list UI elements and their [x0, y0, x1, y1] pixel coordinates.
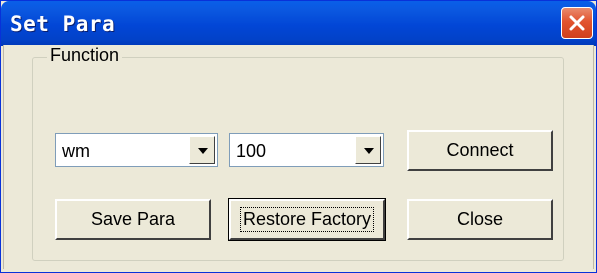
close-button[interactable]: Close [407, 199, 553, 240]
save-para-button-label: Save Para [90, 209, 176, 229]
save-para-button[interactable]: Save Para [55, 199, 211, 240]
function-group-label: Function [47, 45, 123, 66]
mode-select-dropdown-button[interactable] [189, 136, 215, 164]
mode-select[interactable]: wm [55, 133, 218, 167]
value-select-dropdown-button[interactable] [355, 136, 381, 164]
value-select-value: 100 [236, 141, 267, 161]
chevron-down-icon [364, 148, 374, 154]
value-select[interactable]: 100 [229, 133, 384, 167]
restore-factory-button[interactable]: Restore Factory [228, 198, 386, 241]
chevron-down-icon [198, 148, 208, 154]
connect-button[interactable]: Connect [407, 130, 553, 171]
close-window-button[interactable] [561, 7, 593, 39]
window-title: Set Para [10, 12, 116, 36]
close-button-label: Close [456, 209, 504, 229]
title-bar[interactable]: Set Para [1, 1, 596, 46]
restore-factory-button-label: Restore Factory [239, 207, 375, 232]
mode-select-value: wm [62, 141, 90, 161]
connect-button-label: Connect [446, 140, 514, 160]
